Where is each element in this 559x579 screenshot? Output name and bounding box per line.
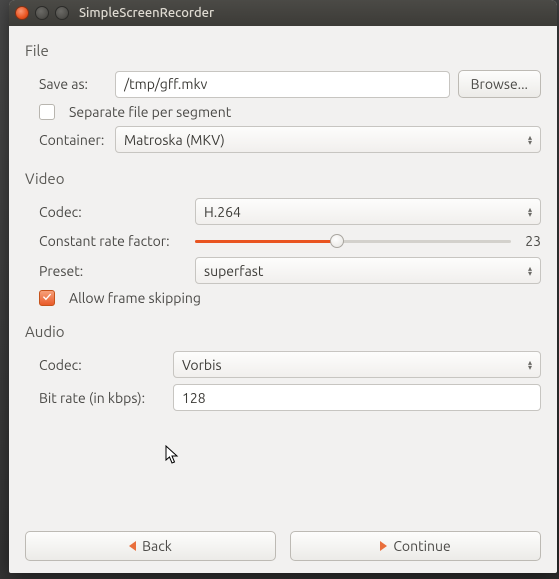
- chevron-updown-icon: ▴▾: [528, 360, 532, 370]
- footer-buttons: Back Continue: [25, 531, 541, 561]
- arrow-right-icon: [380, 541, 387, 551]
- audio-codec-label: Codec:: [39, 357, 165, 373]
- audio-codec-row: Codec: Vorbis ▴▾: [39, 351, 541, 378]
- separate-file-checkbox[interactable]: [39, 104, 55, 120]
- main-window: SimpleScreenRecorder File Save as: Brows…: [9, 0, 557, 573]
- separate-file-label: Separate file per segment: [69, 104, 231, 120]
- preset-value: superfast: [204, 263, 263, 279]
- crf-value: 23: [519, 233, 541, 249]
- preset-label: Preset:: [39, 263, 187, 279]
- back-button[interactable]: Back: [25, 531, 276, 561]
- preset-row: Preset: superfast ▴▾: [39, 257, 541, 284]
- video-codec-value: H.264: [204, 204, 241, 220]
- window-maximize-icon[interactable]: [55, 6, 69, 20]
- save-as-label: Save as:: [39, 76, 107, 92]
- preset-select[interactable]: superfast ▴▾: [195, 257, 541, 284]
- slider-thumb-icon[interactable]: [330, 234, 344, 248]
- crf-label: Constant rate factor:: [39, 233, 187, 249]
- video-codec-label: Codec:: [39, 204, 187, 220]
- continue-button-label: Continue: [393, 538, 450, 554]
- frame-skip-row: Allow frame skipping: [39, 290, 541, 306]
- save-as-input[interactable]: [115, 71, 450, 98]
- chevron-updown-icon: ▴▾: [528, 135, 532, 145]
- back-button-label: Back: [142, 538, 172, 554]
- browse-button[interactable]: Browse...: [458, 70, 541, 98]
- crf-row: Constant rate factor: 23: [39, 231, 541, 251]
- continue-button[interactable]: Continue: [290, 531, 541, 561]
- bitrate-label: Bit rate (in kbps):: [39, 390, 165, 406]
- chevron-updown-icon: ▴▾: [528, 207, 532, 217]
- container-row: Container: Matroska (MKV) ▴▾: [39, 126, 541, 153]
- content-area: File Save as: Browse... Separate file pe…: [9, 26, 557, 573]
- audio-codec-select[interactable]: Vorbis ▴▾: [173, 351, 541, 378]
- titlebar[interactable]: SimpleScreenRecorder: [9, 0, 557, 26]
- container-select[interactable]: Matroska (MKV) ▴▾: [115, 126, 541, 153]
- container-value: Matroska (MKV): [124, 132, 225, 148]
- frame-skip-checkbox[interactable]: [39, 290, 55, 306]
- crf-slider[interactable]: [195, 231, 511, 251]
- arrow-left-icon: [129, 541, 136, 551]
- chevron-updown-icon: ▴▾: [528, 266, 532, 276]
- browse-button-label: Browse...: [471, 76, 528, 92]
- window-title: SimpleScreenRecorder: [79, 6, 214, 20]
- bitrate-input[interactable]: [173, 384, 541, 411]
- video-codec-row: Codec: H.264 ▴▾: [39, 198, 541, 225]
- window-close-icon[interactable]: [15, 6, 29, 20]
- audio-codec-value: Vorbis: [182, 357, 222, 373]
- save-as-row: Save as: Browse...: [39, 70, 541, 98]
- audio-section-title: Audio: [25, 323, 541, 340]
- separate-file-row: Separate file per segment: [39, 104, 541, 120]
- frame-skip-label: Allow frame skipping: [69, 290, 201, 306]
- video-section-title: Video: [25, 170, 541, 187]
- bitrate-row: Bit rate (in kbps):: [39, 384, 541, 411]
- video-codec-select[interactable]: H.264 ▴▾: [195, 198, 541, 225]
- container-label: Container:: [39, 132, 107, 148]
- window-minimize-icon[interactable]: [35, 6, 49, 20]
- file-section-title: File: [25, 42, 541, 59]
